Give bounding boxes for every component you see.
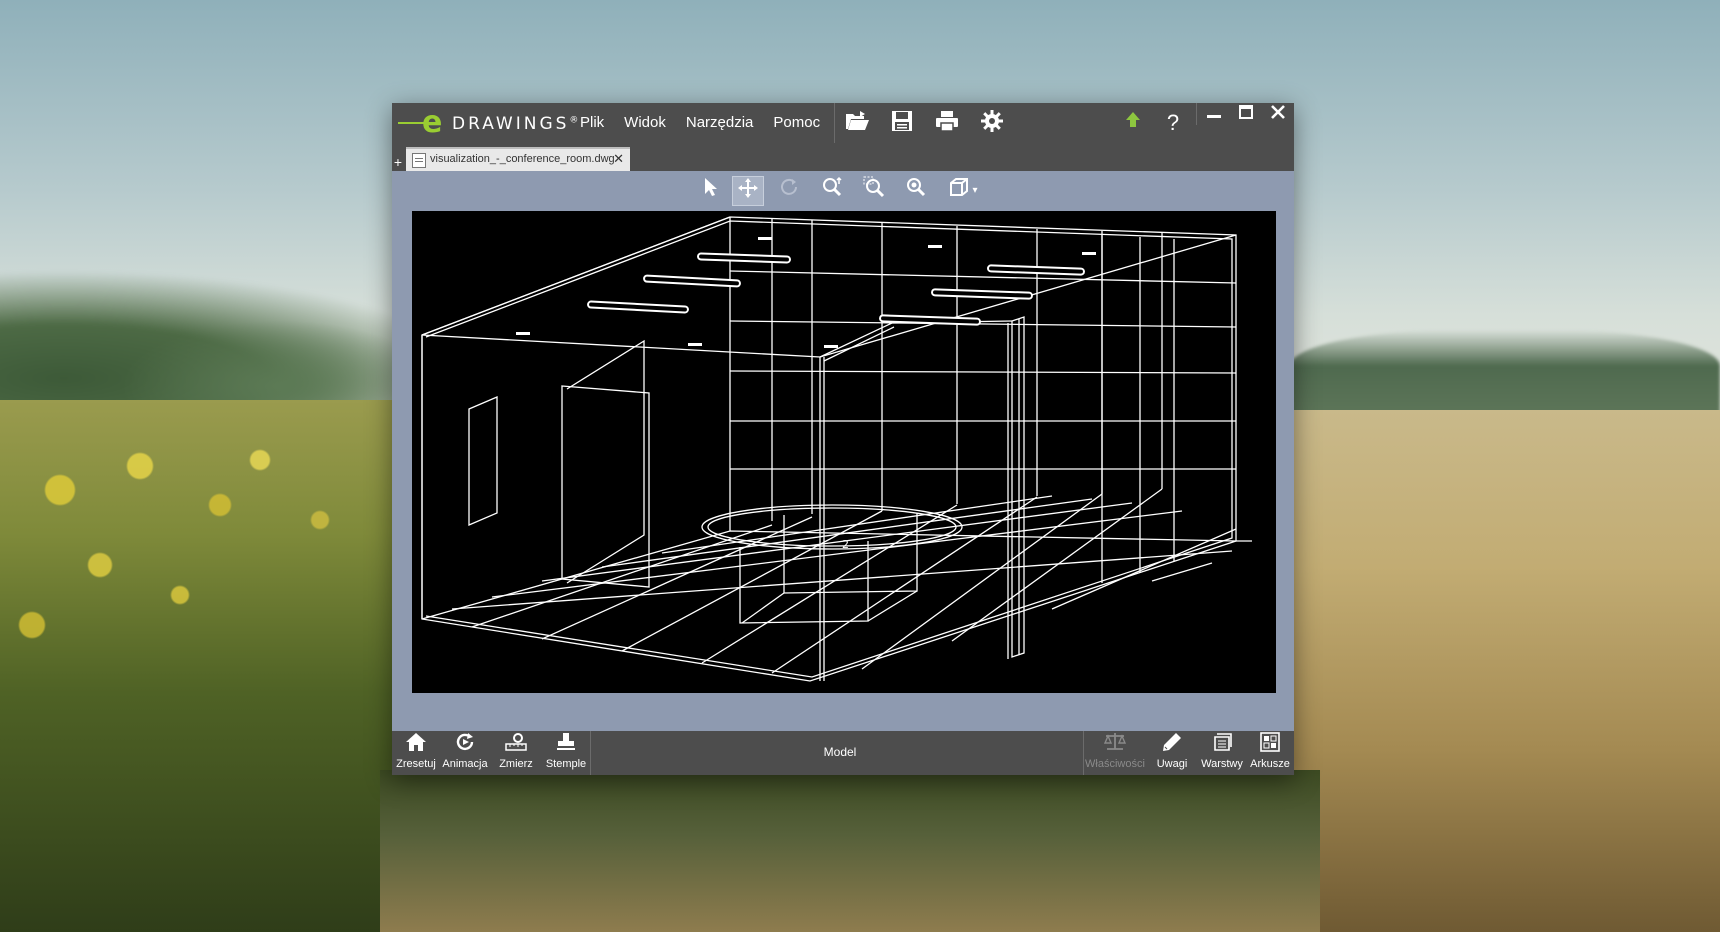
- open-folder-icon[interactable]: [842, 109, 872, 137]
- room-outline-inner: [425, 220, 1233, 678]
- zoom-fit-icon[interactable]: [900, 176, 932, 206]
- model-mode-label: Model: [823, 745, 857, 759]
- sheets-icon: [1246, 731, 1294, 757]
- notes-label: Uwagi: [1156, 758, 1188, 770]
- table-label: 2: [842, 538, 849, 551]
- layers-icon: [1198, 731, 1246, 757]
- notes-button[interactable]: Uwagi: [1148, 731, 1196, 775]
- zoom-window-icon[interactable]: [858, 176, 890, 206]
- wall-panel: [468, 396, 498, 526]
- reset-button[interactable]: Zresetuj: [392, 731, 440, 775]
- document-tab[interactable]: visualization_-_conference_room.dwg ✕: [406, 147, 630, 171]
- view-toolbar: ▾: [392, 171, 1294, 211]
- stamps-button[interactable]: Stemple: [542, 731, 590, 775]
- ceiling-light: [697, 252, 791, 264]
- save-icon[interactable]: [887, 109, 917, 137]
- properties-button[interactable]: Właściwości: [1084, 731, 1146, 775]
- room-outline: [421, 216, 1237, 682]
- stamp-icon: [542, 731, 590, 757]
- wallpaper-trees-right: [1290, 330, 1720, 420]
- animation-button[interactable]: Animacja: [440, 731, 490, 775]
- measure-button[interactable]: Zmierz: [492, 731, 540, 775]
- print-icon[interactable]: [932, 109, 962, 137]
- help-button[interactable]: ?: [1158, 109, 1188, 137]
- drawing-canvas[interactable]: 2: [412, 211, 1276, 693]
- settings-gear-icon[interactable]: [977, 109, 1007, 137]
- wallpaper-field-bottom: [380, 770, 1320, 932]
- edrawings-window: e DRAWINGS® Plik Widok Narzędzia Pomoc ?: [392, 103, 1294, 775]
- reset-label: Zresetuj: [396, 758, 436, 770]
- ceiling-sensor: [688, 343, 702, 346]
- measure-label: Zmierz: [499, 758, 533, 770]
- maximize-button[interactable]: [1230, 103, 1262, 131]
- ceiling-sensor: [824, 345, 838, 348]
- ceiling-front-edge: [421, 234, 1237, 358]
- ceiling-sensor: [758, 237, 772, 240]
- logo-arrow-icon: [398, 122, 424, 124]
- wallpaper-flowers: [0, 430, 400, 730]
- close-button[interactable]: [1262, 103, 1294, 131]
- minimize-button[interactable]: [1198, 103, 1230, 131]
- stamps-label: Stemple: [545, 758, 587, 770]
- dropdown-caret-icon[interactable]: ▾: [968, 176, 982, 206]
- view-area: ▾ 2: [392, 171, 1294, 731]
- ceiling-light: [587, 300, 689, 314]
- sheets-label: Arkusze: [1250, 758, 1290, 770]
- column: [1011, 316, 1025, 658]
- document-icon: [412, 153, 426, 168]
- toolbar-separator: [834, 103, 835, 143]
- document-tab-bar: + visualization_-_conference_room.dwg ✕: [392, 143, 1294, 171]
- properties-label: Właściwości: [1085, 758, 1145, 770]
- ceiling-light: [643, 274, 741, 288]
- home-icon: [392, 731, 440, 757]
- ceiling-sensor: [516, 332, 530, 335]
- door-frame: [561, 385, 650, 588]
- ceiling-light: [931, 288, 1033, 300]
- logo-text: DRAWINGS: [452, 114, 570, 134]
- measure-icon: [492, 731, 540, 757]
- edrawings-logo: e DRAWINGS®: [398, 105, 586, 140]
- menu-widok[interactable]: Widok: [614, 103, 676, 143]
- menu-bar: Plik Widok Narzędzia Pomoc: [570, 103, 830, 143]
- logo-letter: e: [422, 105, 443, 140]
- green-up-arrow-icon[interactable]: [1118, 109, 1148, 137]
- menu-narzedzia[interactable]: Narzędzia: [676, 103, 764, 143]
- menu-plik[interactable]: Plik: [570, 103, 614, 143]
- open-door: [566, 339, 645, 584]
- animation-icon: [440, 731, 490, 757]
- menu-pomoc[interactable]: Pomoc: [763, 103, 830, 143]
- rotate-icon[interactable]: [773, 176, 805, 206]
- document-tab-close-button[interactable]: ✕: [613, 151, 624, 167]
- wallpaper-field-right: [1290, 410, 1720, 932]
- ceiling-sensor: [928, 245, 942, 248]
- ceiling-sensor: [1082, 252, 1096, 255]
- title-bar: e DRAWINGS® Plik Widok Narzędzia Pomoc ?: [392, 103, 1294, 143]
- animation-label: Animacja: [442, 758, 488, 770]
- zoom-icon[interactable]: [816, 176, 848, 206]
- document-tab-label: visualization_-_conference_room.dwg: [430, 153, 615, 165]
- select-arrow-icon[interactable]: [694, 176, 726, 206]
- wireframe-room-drawing: 2: [421, 216, 1252, 682]
- pan-move-icon[interactable]: [732, 176, 764, 206]
- window-controls-separator: [1196, 103, 1197, 125]
- scales-icon: [1084, 731, 1146, 757]
- layers-button[interactable]: Warstwy: [1198, 731, 1246, 775]
- bottom-separator: [590, 731, 591, 775]
- sheets-button[interactable]: Arkusze: [1246, 731, 1294, 775]
- layers-label: Warstwy: [1201, 758, 1243, 770]
- pencil-icon: [1148, 731, 1196, 757]
- ceiling-light: [987, 264, 1085, 276]
- bottom-toolbar: Zresetuj Animacja Zmierz Stemple Model W…: [392, 731, 1294, 775]
- new-tab-button[interactable]: +: [392, 154, 404, 170]
